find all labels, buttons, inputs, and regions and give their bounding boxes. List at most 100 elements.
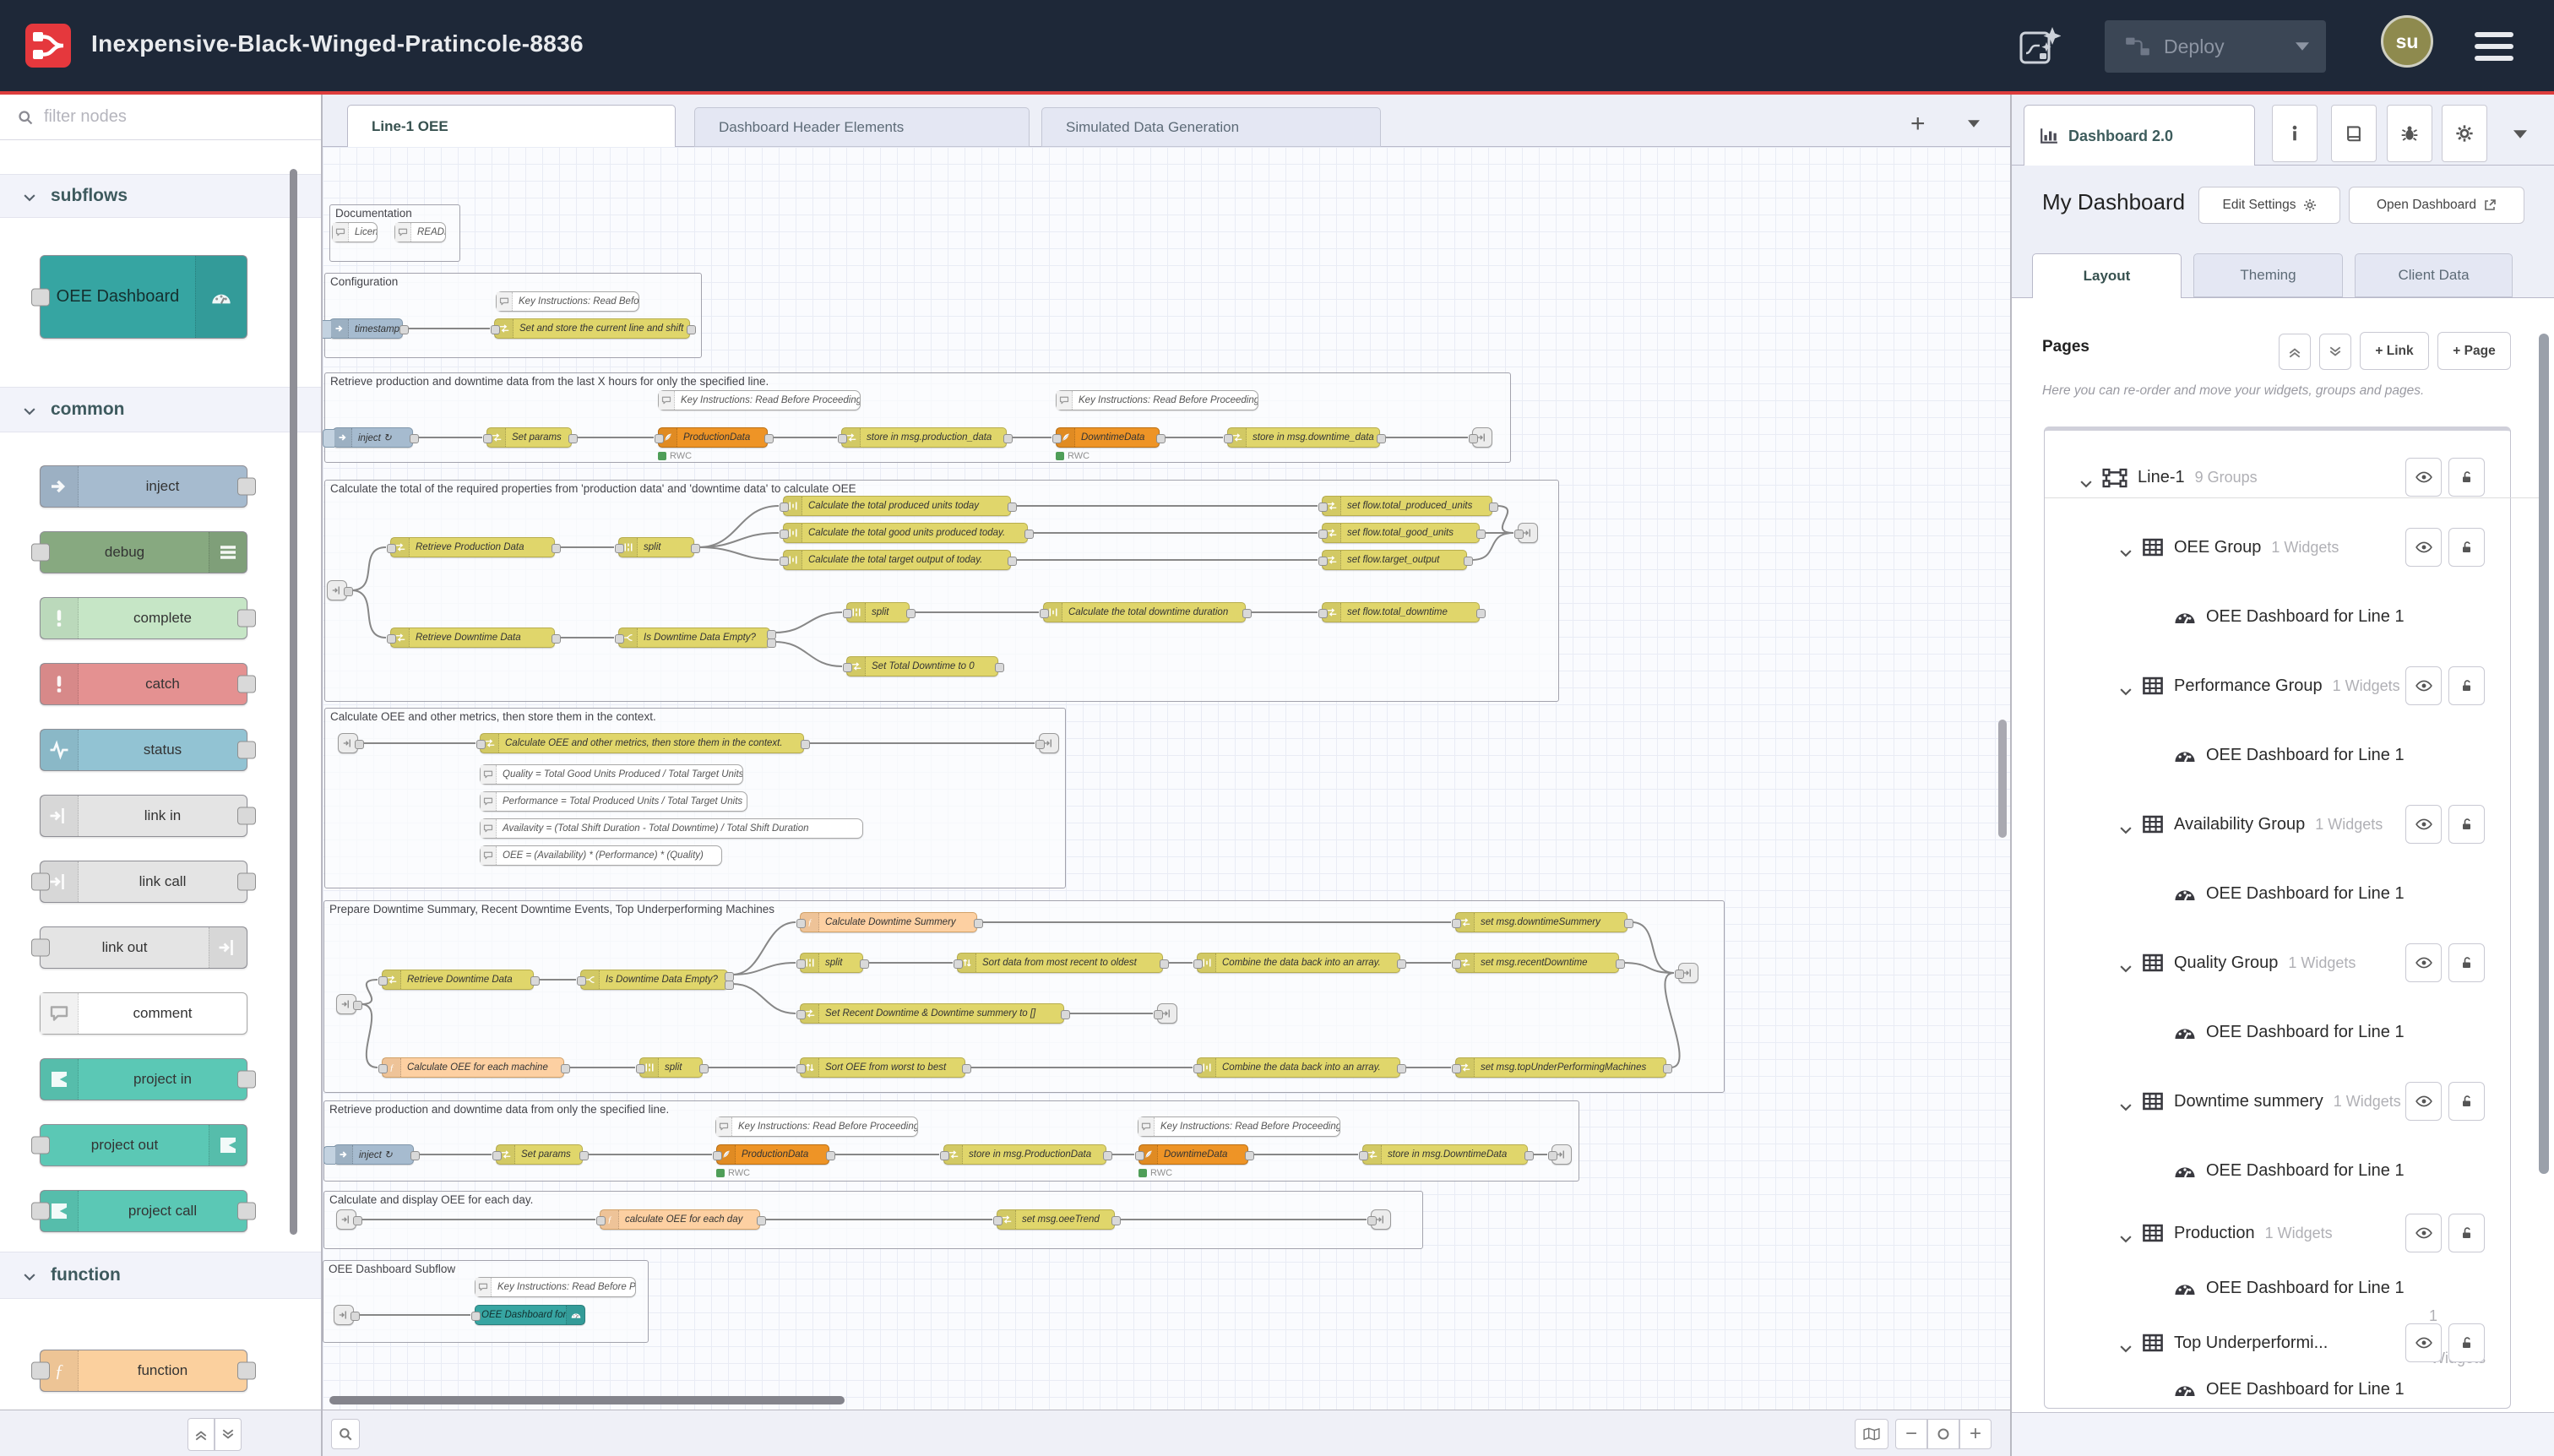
chevron-down-icon[interactable] <box>2120 959 2132 967</box>
visibility-eye-button[interactable] <box>2405 1082 2442 1121</box>
node-proddata7[interactable]: ProductionData <box>716 1144 829 1165</box>
palette-scrollbar[interactable] <box>290 169 297 1235</box>
chevron-down-icon[interactable] <box>2120 543 2132 551</box>
sidebar-tab-dashboard[interactable]: Dashboard 2.0 <box>2024 105 2255 166</box>
node-calcoee5[interactable]: Calculate OEE and other metrics, then st… <box>480 733 804 753</box>
node-storeprod7[interactable]: store in msg.ProductionData <box>943 1144 1106 1165</box>
node-linkout7[interactable] <box>1551 1144 1572 1165</box>
user-avatar[interactable]: su <box>2381 15 2433 68</box>
visibility-eye-button[interactable] <box>2405 805 2442 844</box>
flow-list-caret-icon[interactable] <box>1968 120 1980 128</box>
node-setempty6[interactable]: Set Recent Downtime & Downtime summery t… <box>800 1003 1064 1024</box>
tree-row-widget-12[interactable]: OEE Dashboard for Line 1 <box>2045 1269 2554 1307</box>
unlock-button[interactable] <box>2448 1323 2485 1362</box>
flow-tab-3[interactable]: Simulated Data Generation <box>1041 107 1381 147</box>
node-calcsum6[interactable]: ƒCalculate Downtime Summery <box>800 912 977 932</box>
node-ki9[interactable]: Key Instructions: Read Before Proceeding <box>475 1277 636 1297</box>
node-downdata3[interactable]: DowntimeData <box>1056 427 1160 448</box>
sidebar-tab-layout[interactable]: Layout <box>2032 253 2182 298</box>
node-linkin5[interactable] <box>338 733 358 753</box>
canvas-search-button[interactable] <box>331 1419 360 1449</box>
node-setparams3[interactable]: Set params <box>486 427 572 448</box>
node-retrieveprod4[interactable]: Retrieve Production Data <box>390 537 555 557</box>
tree-row-widget-8[interactable]: OEE Dashboard for Line 1 <box>2045 1013 2554 1051</box>
zoom-reset-button[interactable] <box>1927 1419 1959 1449</box>
node-retrievedown4[interactable]: Retrieve Downtime Data <box>390 627 555 648</box>
visibility-eye-button[interactable] <box>2405 528 2442 567</box>
node-calcgood4[interactable]: Calculate the total good units produced … <box>783 523 1028 543</box>
node-setflowgood4[interactable]: set flow.total_good_units <box>1322 523 1480 543</box>
node-setparams7[interactable]: Set params <box>496 1144 583 1165</box>
node-setflowdown4[interactable]: set flow.total_downtime <box>1322 602 1480 622</box>
node-ki7b[interactable]: Key Instructions: Read Before Proceeding <box>1138 1116 1340 1137</box>
palette-node-project-call[interactable]: project call <box>40 1190 247 1232</box>
visibility-eye-button[interactable] <box>2405 943 2442 982</box>
node-linkout5[interactable] <box>1039 733 1059 753</box>
node-combine6a[interactable]: Combine the data back into an array. <box>1197 953 1400 973</box>
palette-node-catch[interactable]: catch <box>40 663 247 705</box>
palette-node-status[interactable]: status <box>40 729 247 771</box>
unlock-button[interactable] <box>2448 666 2485 705</box>
tree-row-widget-6[interactable]: OEE Dashboard for Line 1 <box>2045 874 2554 913</box>
node-timestamp[interactable]: timestamp ↻ <box>329 318 403 339</box>
palette-node-complete[interactable]: complete <box>40 597 247 639</box>
palette-node-project-out[interactable]: project out <box>40 1124 247 1166</box>
node-calcmach6[interactable]: ƒCalculate OEE for each machine <box>382 1057 564 1078</box>
palette-node-comment[interactable]: comment <box>40 992 247 1035</box>
expand-all-pages-button[interactable] <box>2319 334 2351 370</box>
sidebar-tab-client-data[interactable]: Client Data <box>2355 253 2513 297</box>
palette-category-function[interactable]: function <box>0 1252 321 1299</box>
info-button[interactable] <box>2272 105 2318 162</box>
palette-node-debug[interactable]: debug <box>40 531 247 573</box>
node-setrecent6[interactable]: set msg.recentDowntime <box>1455 953 1619 973</box>
palette-node-link-call[interactable]: link call <box>40 861 247 903</box>
unlock-button[interactable] <box>2448 1082 2485 1121</box>
node-setoeetrend8[interactable]: set msg.oeeTrend <box>997 1209 1115 1230</box>
unlock-button[interactable] <box>2448 943 2485 982</box>
palette-search-input[interactable]: filter nodes <box>0 95 321 140</box>
node-linkout6[interactable] <box>1678 963 1698 983</box>
node-sortrecent6[interactable]: Sort data from most recent to oldest <box>957 953 1163 973</box>
chevron-down-icon[interactable] <box>2120 1339 2132 1347</box>
node-settop6[interactable]: set msg.topUnderPerformingMachines <box>1455 1057 1666 1078</box>
ai-flow-icon[interactable] <box>2019 25 2061 68</box>
sidebar-scrollbar[interactable] <box>2539 334 2549 1174</box>
node-storedown7[interactable]: store in msg.DowntimeData <box>1362 1144 1528 1165</box>
node-linkout4[interactable] <box>1518 523 1538 543</box>
node-linkin4[interactable] <box>327 580 347 600</box>
help-book-button[interactable] <box>2331 105 2377 162</box>
node-isempty6[interactable]: Is Downtime Data Empty? <box>580 970 728 990</box>
debug-bug-button[interactable] <box>2387 105 2432 162</box>
node-ki3a[interactable]: Key Instructions: Read Before Proceeding <box>658 390 861 410</box>
node-settotal04[interactable]: Set Total Downtime to 0 <box>846 656 998 676</box>
inject-button[interactable] <box>323 320 331 339</box>
node-split6b[interactable]: split <box>639 1057 703 1078</box>
inject-button[interactable] <box>323 1146 335 1165</box>
chevron-down-icon[interactable] <box>2120 1229 2132 1237</box>
node-a5[interactable]: Availavity = (Total Shift Duration - Tot… <box>480 818 863 839</box>
node-ki2[interactable]: Key Instructions: Read Before Proceeding <box>496 291 639 312</box>
visibility-eye-button[interactable] <box>2405 1323 2442 1362</box>
tree-row-widget-2[interactable]: OEE Dashboard for Line 1 <box>2045 597 2554 636</box>
node-downdata7[interactable]: DowntimeData <box>1138 1144 1248 1165</box>
palette-node-function[interactable]: ƒfunction <box>40 1350 247 1392</box>
node-q5[interactable]: Quality = Total Good Units Produced / To… <box>480 764 743 785</box>
node-linkin9[interactable] <box>334 1305 354 1325</box>
node-p5[interactable]: Performance = Total Produced Units / Tot… <box>480 791 747 812</box>
node-inject7[interactable]: inject ↻ <box>334 1144 414 1165</box>
config-gear-button[interactable] <box>2442 105 2487 162</box>
palette-collapse-all-button[interactable] <box>187 1418 215 1451</box>
node-proddata3[interactable]: ProductionData <box>658 427 768 448</box>
node-isempty4[interactable]: Is Downtime Data Empty? <box>618 627 770 648</box>
node-calcdown4[interactable]: Calculate the total downtime duration <box>1043 602 1246 622</box>
node-linkin8[interactable] <box>336 1209 356 1230</box>
unlock-button[interactable] <box>2448 805 2485 844</box>
main-menu-button[interactable] <box>2475 32 2513 68</box>
unlock-button[interactable] <box>2448 528 2485 567</box>
node-split4b[interactable]: split <box>846 602 910 622</box>
node-retrievedown6[interactable]: Retrieve Downtime Data <box>382 970 534 990</box>
flow-tab-2[interactable]: Dashboard Header Elements <box>694 107 1030 147</box>
unlock-button[interactable] <box>2448 458 2485 497</box>
node-license[interactable]: License <box>332 222 378 242</box>
palette-category-common[interactable]: common <box>0 387 321 432</box>
